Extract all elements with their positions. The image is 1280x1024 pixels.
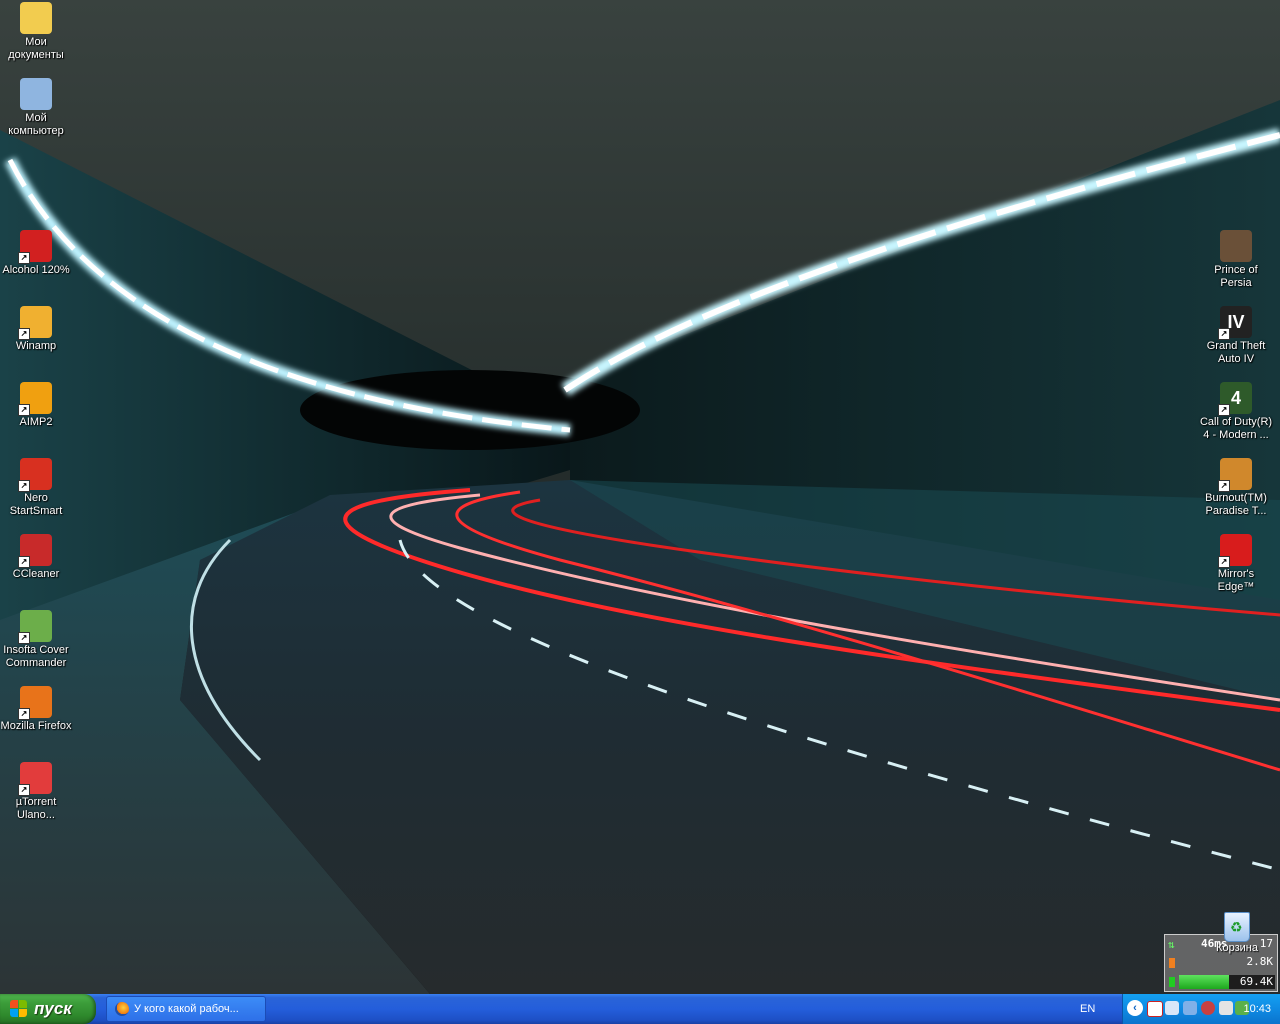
desktop-icon-burnout-paradise[interactable]: ↗ Burnout(TM) Paradise T... — [1198, 458, 1274, 518]
shortcut-arrow-icon: ↗ — [1218, 328, 1230, 340]
desktop-icon-alcohol-120[interactable]: ↗ Alcohol 120% — [0, 230, 74, 277]
ccleaner-icon: ↗ — [18, 534, 52, 568]
shortcut-arrow-icon: ↗ — [1218, 556, 1230, 568]
desktop-icon-mirrors-edge[interactable]: ↗ Mirror's Edge™ — [1198, 534, 1274, 594]
desktop-icon-call-of-duty[interactable]: 4 ↗ Call of Duty(R) 4 - Modern ... — [1198, 382, 1274, 442]
system-tray: ‹ 10:43 — [1122, 994, 1280, 1024]
call-of-duty-icon: 4 ↗ — [1218, 382, 1252, 416]
desktop-icon-winamp[interactable]: ↗ Winamp — [0, 306, 74, 353]
desktop-icon-gta-iv[interactable]: IV ↗ Grand Theft Auto IV — [1198, 306, 1274, 366]
desktop-icon-label: Alcohol 120% — [2, 264, 70, 276]
net-download-bar-fill — [1179, 975, 1229, 989]
burnout-paradise-icon: ↗ — [1218, 458, 1252, 492]
desktop-icon-ccleaner[interactable]: ↗ CCleaner — [0, 534, 74, 581]
computer-icon — [20, 78, 52, 110]
shortcut-arrow-icon: ↗ — [1218, 404, 1230, 416]
firefox-icon — [115, 1002, 129, 1016]
aimp-icon: ↗ — [18, 382, 52, 416]
winamp-icon: ↗ — [18, 306, 52, 340]
utorrent-tray-icon[interactable] — [1147, 1001, 1163, 1017]
icon-glyph-text: 4 — [1230, 387, 1241, 408]
desktop-icon-label: Insofta Cover Commander — [3, 644, 69, 669]
shortcut-arrow-icon: ↗ — [18, 404, 30, 416]
net-upload: 2.8K — [1246, 955, 1274, 968]
desktop-icon-label: Winamp — [15, 340, 57, 352]
nero-icon: ↗ — [18, 458, 52, 492]
desktop-icon-firefox[interactable]: ↗ Mozilla Firefox — [0, 686, 74, 733]
recycle-bin-icon: ♻ — [1224, 912, 1250, 942]
taskbar-clock[interactable]: 10:43 — [1243, 994, 1271, 1024]
volume-tray-icon[interactable] — [1219, 1001, 1233, 1015]
net-download: 69.4K — [1239, 975, 1273, 988]
desktop-icon-label: µTorrent Ulano... — [15, 796, 57, 821]
desktop-icon-label: Мои документы — [8, 36, 64, 61]
shortcut-arrow-icon: ↗ — [18, 252, 30, 264]
tray-expand-chevron-icon[interactable]: ‹ — [1127, 1000, 1143, 1016]
net-download-indicator-icon — [1169, 977, 1175, 987]
shortcut-arrow-icon: ↗ — [18, 480, 30, 492]
taskbar-button-firefox[interactable]: У кого какой рабоч... — [106, 996, 266, 1022]
desktop-icon-label: Prince of Persia — [1214, 264, 1258, 289]
recycle-bin[interactable]: ♻ Корзина — [1199, 912, 1275, 954]
desktop-icon-label: Мой компьютер — [8, 112, 64, 137]
taskbar: пуск У кого какой рабоч... EN ‹ 10:43 — [0, 994, 1280, 1024]
desktop-icon-label: Grand Theft Auto IV — [1206, 340, 1266, 365]
desktop-icon-computer[interactable]: Мой компьютер — [0, 78, 74, 138]
shortcut-arrow-icon: ↗ — [18, 328, 30, 340]
prince-of-persia-icon — [1220, 230, 1252, 262]
windows-flag-icon — [10, 1000, 28, 1018]
shortcut-arrow-icon: ↗ — [1218, 480, 1230, 492]
desktop-icon-cover-commander[interactable]: ↗ Insofta Cover Commander — [0, 610, 74, 670]
desktop-icon-label: AIMP2 — [19, 416, 53, 428]
shortcut-arrow-icon: ↗ — [18, 556, 30, 568]
display-tray-icon[interactable] — [1183, 1001, 1197, 1015]
desktop-icon-label: CCleaner — [12, 568, 60, 580]
net-upload-indicator-icon — [1169, 958, 1175, 968]
desktop-icon-label: Nero StartSmart — [9, 492, 63, 517]
desktop-icon-label: Call of Duty(R) 4 - Modern ... — [1199, 416, 1273, 441]
cover-commander-icon: ↗ — [18, 610, 52, 644]
desktop-icon-label: Mozilla Firefox — [0, 720, 72, 732]
firefox-icon: ↗ — [18, 686, 52, 720]
shield-tray-icon[interactable] — [1201, 1001, 1215, 1015]
desktop-icon-prince-of-persia[interactable]: Prince of Persia — [1198, 230, 1274, 290]
desktop-icon-label: Burnout(TM) Paradise T... — [1205, 492, 1267, 517]
desktop-wallpaper — [0, 0, 1280, 994]
start-button[interactable]: пуск — [0, 994, 96, 1024]
shortcut-arrow-icon: ↗ — [18, 708, 30, 720]
icon-glyph-text: IV — [1227, 311, 1245, 332]
shortcut-arrow-icon: ↗ — [18, 632, 30, 644]
desktop-icon-aimp[interactable]: ↗ AIMP2 — [0, 382, 74, 429]
desktop-icon-utorrent[interactable]: ↗ µTorrent Ulano... — [0, 762, 74, 822]
alcohol-120-icon: ↗ — [18, 230, 52, 264]
mirrors-edge-icon: ↗ — [1218, 534, 1252, 568]
shortcut-arrow-icon: ↗ — [18, 784, 30, 796]
desktop-icon-folder-documents[interactable]: Мои документы — [0, 2, 74, 62]
desktop-icon-label: Mirror's Edge™ — [1217, 568, 1255, 593]
language-indicator[interactable]: EN — [1080, 994, 1095, 1024]
desktop-icon-nero[interactable]: ↗ Nero StartSmart — [0, 458, 74, 518]
net-download-bar: 69.4K — [1179, 975, 1275, 989]
gta-iv-icon: IV ↗ — [1218, 306, 1252, 340]
utorrent-icon: ↗ — [18, 762, 52, 796]
folder-documents-icon — [20, 2, 52, 34]
start-label: пуск — [34, 999, 72, 1018]
network-tray-icon[interactable] — [1165, 1001, 1179, 1015]
recycle-bin-label: Корзина — [1216, 942, 1258, 954]
net-up-down-icon: ⇅ — [1168, 938, 1175, 951]
taskbar-button-label: У кого какой рабоч... — [134, 1003, 239, 1015]
